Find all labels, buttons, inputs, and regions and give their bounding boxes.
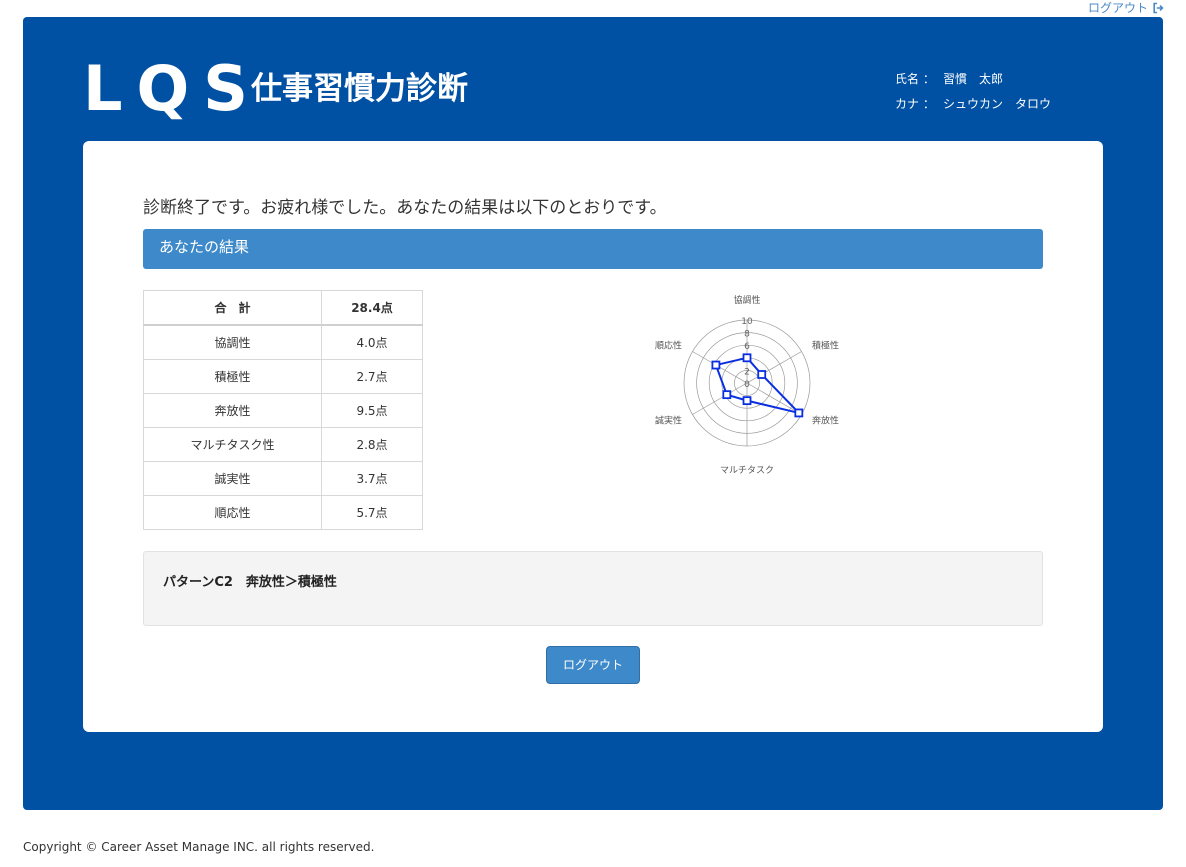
radar-category-label: 積極性 bbox=[812, 340, 839, 352]
row-label: マルチタスク性 bbox=[143, 427, 322, 462]
radar-category-label: マルチタスク bbox=[720, 465, 774, 476]
radar-category-label: 協調性 bbox=[733, 294, 760, 306]
radar-data-point bbox=[742, 396, 752, 406]
row-value: 5.7点 bbox=[321, 495, 423, 530]
total-value: 28.4点 bbox=[321, 290, 423, 326]
row-value: 3.7点 bbox=[321, 461, 423, 496]
result-panel: 診断終了です。お疲れ様でした。あなたの結果は以下のとおりです。 あなたの結果 合… bbox=[83, 141, 1103, 732]
radar-category-label: 奔放性 bbox=[812, 415, 839, 427]
row-label: 奔放性 bbox=[143, 393, 322, 428]
row-value: 2.7点 bbox=[321, 359, 423, 394]
row-label: 順応性 bbox=[143, 495, 322, 530]
table-total-row: 合 計 28.4点 bbox=[143, 290, 423, 326]
radar-data-point bbox=[757, 370, 767, 379]
table-row: マルチタスク性 2.8点 bbox=[143, 427, 423, 462]
completion-message: 診断終了です。お疲れ様でした。あなたの結果は以下のとおりです。 bbox=[143, 198, 667, 218]
radar-data-point bbox=[711, 360, 721, 370]
row-value: 4.0点 bbox=[321, 324, 423, 360]
radar-tick-label: 0 bbox=[744, 380, 750, 390]
row-label: 協調性 bbox=[143, 324, 322, 360]
total-label: 合 計 bbox=[143, 290, 322, 326]
table-row: 順応性 5.7点 bbox=[143, 495, 423, 530]
radar-category-label: 誠実性 bbox=[655, 415, 682, 427]
user-name-label: 氏名 ： bbox=[895, 72, 935, 86]
row-label: 誠実性 bbox=[143, 461, 322, 496]
table-row: 協調性 4.0点 bbox=[143, 324, 423, 360]
row-value: 9.5点 bbox=[321, 393, 423, 428]
radar-data-point bbox=[722, 390, 732, 400]
copyright: Copyright © Career Asset Manage INC. all… bbox=[23, 840, 375, 854]
top-logout-link[interactable]: ログアウト bbox=[1088, 0, 1164, 16]
radar-tick-label: 10 bbox=[741, 317, 753, 327]
table-row: 誠実性 3.7点 bbox=[143, 461, 423, 496]
table-row: 積極性 2.7点 bbox=[143, 359, 423, 394]
user-kana-label: カナ ： bbox=[895, 97, 935, 111]
result-section-header: あなたの結果 bbox=[143, 229, 1043, 269]
radar-tick-label: 2 bbox=[744, 367, 750, 377]
radar-data-point bbox=[794, 408, 804, 418]
main-frame: LQS 仕事習慣力診断 氏名 ： 習慣 太郎 カナ ： シュウカン タロウ 診断… bbox=[23, 17, 1163, 810]
pattern-text: パターンC2 奔放性＞積極性 bbox=[163, 575, 337, 590]
logo: LQS bbox=[83, 52, 262, 125]
user-name-value: 習慣 太郎 bbox=[943, 72, 1004, 86]
pattern-box: パターンC2 奔放性＞積極性 bbox=[143, 551, 1043, 626]
user-info: 氏名 ： 習慣 太郎 カナ ： シュウカン タロウ bbox=[895, 67, 1051, 117]
score-table: 合 計 28.4点 協調性 4.0点 積極性 2.7点 奔放性 9.5点 マルチ… bbox=[143, 290, 423, 530]
radar-data-point bbox=[742, 353, 752, 363]
logout-button[interactable]: ログアウト bbox=[546, 646, 640, 684]
app-title: 仕事習慣力診断 bbox=[251, 71, 468, 107]
top-logout-label: ログアウト bbox=[1087, 1, 1148, 15]
radar-tick-label: 8 bbox=[744, 330, 750, 340]
user-kana-value: シュウカン タロウ bbox=[943, 97, 1052, 111]
table-row: 奔放性 9.5点 bbox=[143, 393, 423, 428]
row-label: 積極性 bbox=[143, 359, 322, 394]
radar-chart: 0246810協調性積極性奔放性マルチタスク誠実性順応性 bbox=[655, 294, 839, 476]
radar-tick-label: 6 bbox=[744, 342, 750, 352]
logout-icon bbox=[1152, 2, 1164, 14]
row-value: 2.8点 bbox=[321, 427, 423, 462]
radar-category-label: 順応性 bbox=[655, 340, 682, 352]
